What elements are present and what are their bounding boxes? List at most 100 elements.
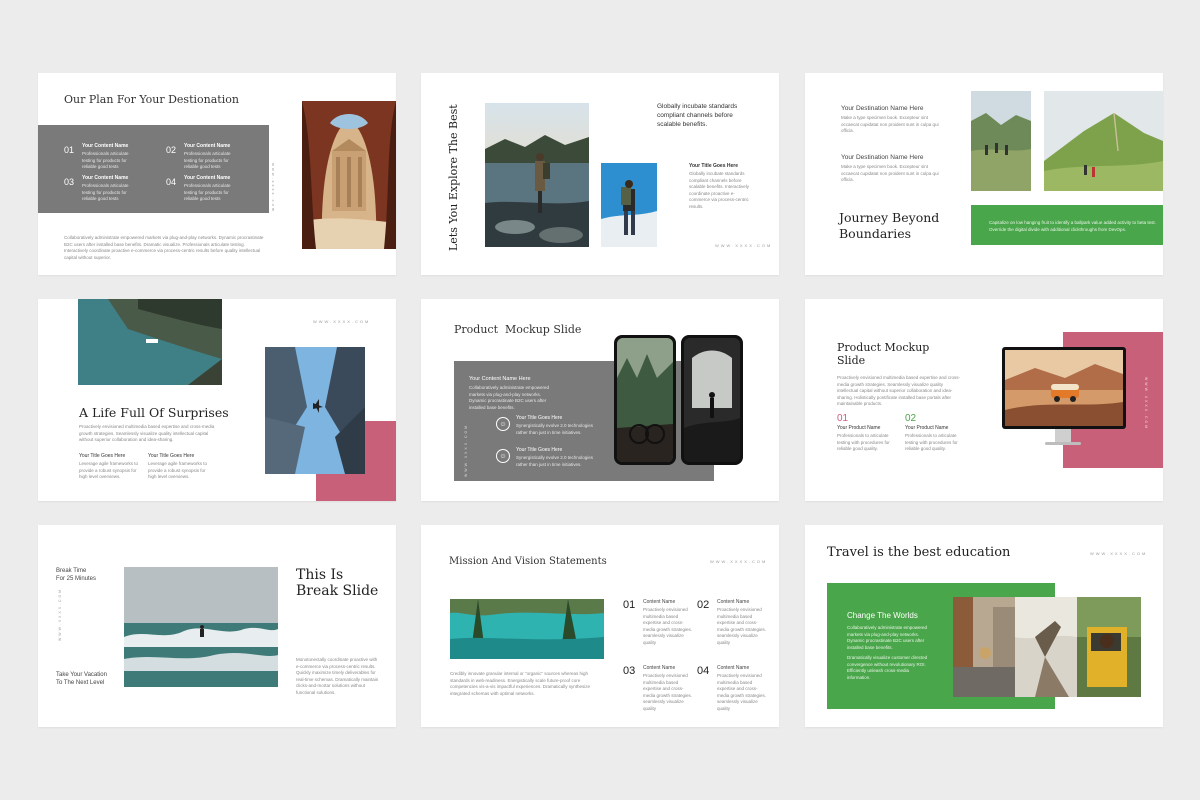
green-hill-photo (1044, 91, 1163, 191)
item-text: Synergistically evolve 2.0 technologies … (516, 423, 594, 435)
destination-name: Your Destination Name Here (841, 154, 924, 161)
item-text: Professionals articulate testing for pro… (184, 183, 231, 202)
slide-life-surprises[interactable]: A Life Full Of Surprises Proactively env… (38, 299, 396, 501)
destination-text: Make a type specimen book. Excepteur sin… (841, 115, 939, 134)
item-number: 02 (905, 413, 917, 424)
slide-title: Travel is the best education (827, 545, 1011, 560)
item-title: Content Name (717, 599, 750, 605)
surfer-wave-photo (124, 567, 278, 687)
slide-title: Our Plan For Your Destionation (64, 93, 239, 106)
hikers-photo (971, 91, 1031, 191)
monitor-mockup (1002, 347, 1126, 429)
slide-title: Mission And Vision Statements (449, 556, 607, 567)
smile-icon: ☺ (496, 417, 510, 431)
website-url: WWW.XXXX.COM (715, 243, 773, 248)
column-title: Your Title Goes Here (79, 453, 126, 459)
slide-title-vertical: Lets You Explore The Best (447, 104, 460, 251)
slide-mission-vision[interactable]: Mission And Vision Statements WWW.XXXX.C… (421, 525, 779, 727)
slide-body: Proactively envisioned multimedia based … (837, 375, 961, 407)
slide-body: Collaboratively administrate empowered m… (64, 235, 264, 260)
item-text: Professionals to articulate testing with… (905, 433, 958, 452)
slide-product-mockup-2[interactable]: Product Mockup Slide Proactively envisio… (805, 299, 1163, 501)
turquoise-lake-photo (450, 599, 604, 659)
item-title: Your Title Goes Here (516, 415, 563, 421)
item-text: Proactively envisioned multimedia based … (643, 673, 693, 711)
slide-product-mockup[interactable]: Product Mockup Slide Your Content Name H… (421, 299, 779, 501)
slide-body: Credibly innovate granular internal or "… (450, 671, 591, 696)
item-title: Your Product Name (837, 425, 881, 431)
item-title: Content Name (643, 599, 676, 605)
slide-title: Product Mockup Slide (454, 323, 582, 336)
slide-title: This Is Break Slide (296, 567, 379, 600)
website-url: WWW.XXXX.COM (464, 423, 468, 477)
website-url: WWW.XXXX.COM (313, 319, 371, 324)
lake-hiker-photo (485, 103, 589, 247)
item-text: Proactively envisioned multimedia based … (717, 607, 767, 645)
item-number: 03 (623, 665, 636, 677)
item-text: Proactively envisioned multimedia based … (717, 673, 767, 711)
item-number: 04 (697, 665, 710, 677)
item-number: 01 (837, 413, 849, 424)
item-text: Synergistically evolve 2.0 technologies … (516, 455, 594, 467)
destination-text: Make a type specimen book. Excepteur sin… (841, 164, 939, 183)
box-text: Dramatically visualize customer directed… (847, 655, 928, 680)
monitor-stand (1055, 429, 1071, 443)
item-title: Content Name (643, 665, 676, 671)
column-title: Your Title Goes Here (148, 453, 195, 459)
backpacker-photo (601, 163, 657, 247)
item-number: 01 (623, 599, 636, 611)
website-url: WWW.XXXX.COM (1144, 377, 1148, 431)
column-text: Leverage agile frameworks to provide a r… (148, 461, 208, 480)
lead-text: Globally incubate standards compliant ch… (657, 103, 738, 128)
slide-explore[interactable]: Lets You Explore The Best Globally incub (421, 73, 779, 275)
website-url: WWW.XXXX.COM (710, 559, 768, 564)
slide-travel-education[interactable]: Travel is the best education WWW.XXXX.CO… (805, 525, 1163, 727)
yellow-van-photo (1077, 597, 1141, 697)
item-text: Professionals articulate testing for pro… (82, 151, 129, 170)
item-title: Your Content Name (184, 143, 231, 149)
item-text: Proactively envisioned multimedia based … (643, 607, 693, 645)
wave-hand-photo (1015, 597, 1077, 697)
item-title: Your Title Goes Here (516, 447, 563, 453)
item-title: Content Name (717, 665, 750, 671)
website-url: WWW.XXXX.COM (58, 587, 62, 641)
subtitle: Your Title Goes Here (689, 163, 738, 169)
slide-title: Product Mockup Slide (837, 341, 930, 368)
content-grid-panel: 01 Your Content Name Professionals artic… (38, 125, 269, 213)
phone-mockup-left (614, 335, 676, 465)
item-title: Your Content Name (184, 175, 231, 181)
item-number: 03 (64, 177, 75, 187)
slide-break[interactable]: Break Time For 25 Minutes WWW.XXXX.COM T… (38, 525, 396, 727)
destination-name: Your Destination Name Here (841, 105, 924, 112)
item-number: 02 (166, 145, 177, 155)
boat-cliff-photo (78, 299, 222, 385)
subtitle-text: Globally incubate standards compliant ch… (689, 171, 750, 209)
item-number: 02 (697, 599, 710, 611)
website-url: www.xxxx.com (271, 163, 276, 214)
item-number: 01 (64, 145, 75, 155)
box-text: Collaboratively administrate empowered m… (847, 625, 928, 650)
slide-journey[interactable]: Your Destination Name Here Make a type s… (805, 73, 1163, 275)
item-text: Professionals articulate testing for pro… (82, 183, 129, 202)
skyscraper-photo (265, 347, 365, 474)
caption-text: Capitalize on low hanging fruit to ident… (989, 220, 1156, 232)
break-time-label: Break Time For 25 Minutes (56, 568, 97, 583)
phone-mockup-right (681, 335, 743, 465)
slide-plan-destination[interactable]: Our Plan For Your Destionation 01 Your C… (38, 73, 396, 275)
item-number: 04 (166, 177, 177, 187)
item-title: Your Content Name (82, 175, 129, 181)
website-url: WWW.XXXX.COM (1090, 551, 1148, 556)
item-text: Professionals articulate testing for pro… (184, 151, 231, 170)
slide-body: Proactively envisioned multimedia based … (79, 424, 215, 443)
box-title: Change The Worlds (847, 611, 918, 620)
monitor-base (1045, 442, 1081, 445)
slide-title: A Life Full Of Surprises (79, 405, 229, 420)
item-title: Your Content Name (82, 143, 129, 149)
item-text: Professionals to articulate testing with… (837, 433, 890, 452)
panel-title: Your Content Name Here (469, 376, 531, 382)
green-caption-box: Capitalize on low hanging fruit to ident… (971, 205, 1163, 245)
slide-title: Journey Beyond Boundaries (839, 210, 940, 241)
smile-icon: ☺ (496, 449, 510, 463)
petra-photo (302, 101, 396, 249)
column-text: Leverage agile frameworks to provide a r… (79, 461, 139, 480)
